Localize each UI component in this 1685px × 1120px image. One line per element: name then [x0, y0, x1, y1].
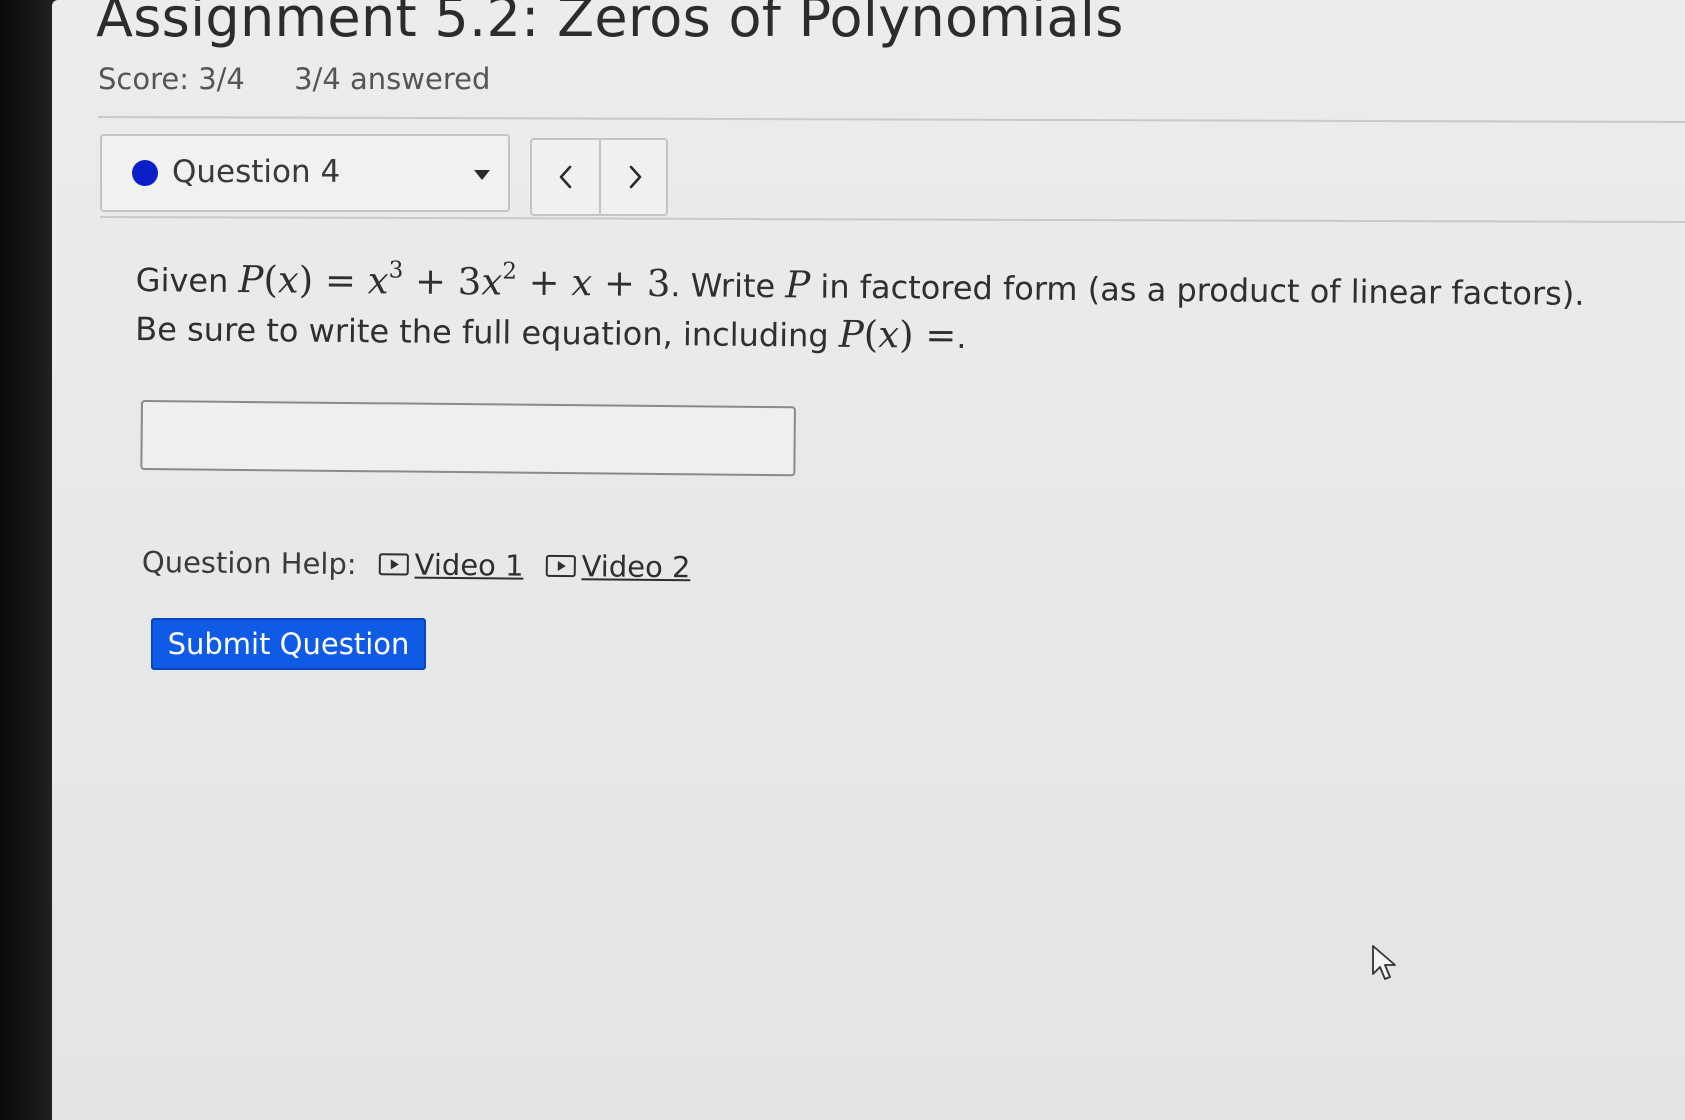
question-prompt: Given P(x) = x3 + 3x2 + x + 3. Write P i…	[135, 255, 1585, 367]
math-x: x	[878, 313, 900, 357]
math-x: x	[277, 258, 299, 302]
math-p: P	[238, 257, 264, 302]
question-status-dot	[132, 160, 158, 186]
math-plus: +	[414, 259, 447, 303]
math-equals: =	[925, 313, 957, 357]
question-selector[interactable]: Question 4	[100, 134, 510, 212]
submit-question-button[interactable]: Submit Question	[151, 618, 426, 670]
video-1-link[interactable]: Video 1	[378, 547, 524, 583]
video-2-label: Video 2	[581, 549, 691, 585]
math-plus: +	[528, 260, 560, 305]
prompt-instruction: in factored form (as a product of linear…	[820, 267, 1585, 313]
score-row: Score: 3/4 3/4 answered	[98, 62, 490, 96]
answered-text: 3/4 answered	[294, 62, 491, 96]
question-nav-group	[530, 138, 668, 216]
polynomial-expression: P(x) = x3 + 3x2 + x + 3	[238, 257, 671, 306]
math-x-linear: x	[571, 261, 593, 305]
chevron-left-icon	[559, 165, 571, 189]
prompt-intro: Given	[135, 260, 229, 300]
math-exponent-2: 2	[502, 258, 518, 285]
next-question-button[interactable]	[601, 140, 668, 214]
video-play-icon	[545, 554, 576, 578]
prompt-write: . Write	[670, 266, 776, 306]
math-coefficient: 3	[457, 260, 482, 304]
math-x-cubed: x	[367, 259, 389, 303]
math-p: P	[838, 312, 865, 356]
assignment-title: Assignment 5.2: Zeros of Polynomials	[96, 0, 1124, 49]
chevron-right-icon	[629, 165, 641, 189]
score-text: Score: 3/4	[98, 62, 245, 96]
prompt-note: Be sure to write the full equation, incl…	[135, 309, 829, 355]
prompt-period: .	[956, 317, 967, 356]
question-help: Question Help: Video 1 Video 2	[142, 545, 691, 584]
mouse-pointer-icon	[1372, 945, 1396, 980]
math-p: P	[785, 263, 811, 307]
answer-input[interactable]	[140, 400, 796, 477]
question-help-label: Question Help:	[141, 545, 357, 582]
caret-down-icon	[474, 170, 490, 180]
math-exponent-3: 3	[388, 257, 404, 284]
previous-question-button[interactable]	[532, 140, 601, 214]
math-constant: 3	[646, 261, 671, 306]
video-play-icon	[378, 553, 409, 576]
video-2-link[interactable]: Video 2	[545, 549, 691, 585]
video-1-label: Video 1	[414, 547, 524, 583]
math-x-squared: x	[481, 260, 503, 304]
math-plus: +	[603, 261, 636, 305]
question-selector-label: Question 4	[172, 154, 341, 190]
equation-start: P(x) =	[838, 312, 957, 357]
math-equals: =	[324, 258, 357, 303]
